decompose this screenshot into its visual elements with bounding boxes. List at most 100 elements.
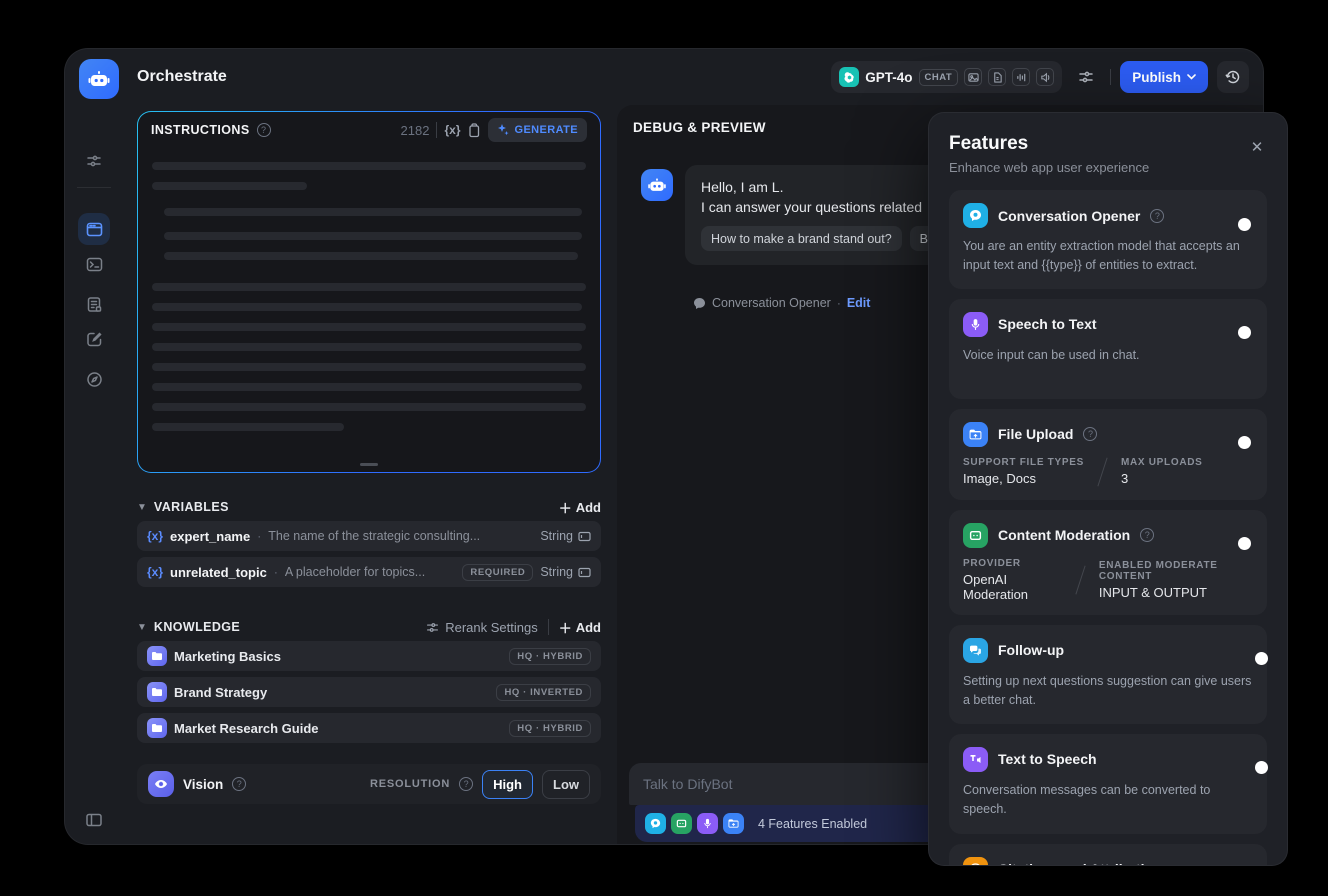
feature-card-text-to-speech: Text to Speech Conversation messages can… [949, 733, 1268, 834]
skeleton-line [164, 252, 578, 260]
help-icon[interactable]: ? [232, 777, 247, 791]
input-field-icon [578, 567, 591, 577]
generate-button[interactable]: GENERATE [488, 118, 587, 142]
add-label: Add [575, 619, 601, 635]
add-label: Add [575, 499, 601, 515]
instructions-title: INSTRUCTIONS [151, 123, 250, 137]
resolution-low-button[interactable]: Low [542, 769, 590, 799]
chevron-down-icon[interactable]: ▼ [137, 502, 147, 513]
knowledge-badge: HQ · INVERTED [496, 683, 591, 701]
feature-name: Text to Speech [998, 751, 1097, 767]
vision-icon [964, 68, 983, 86]
opener-row: Conversation Opener · Edit [693, 296, 870, 310]
copy-icon[interactable] [467, 122, 481, 138]
skeleton-line [152, 383, 582, 391]
debug-title: DEBUG & PREVIEW [633, 120, 766, 135]
sidebar [65, 49, 123, 844]
feature-card-follow-up: Follow-up Setting up next questions sugg… [949, 624, 1268, 724]
resize-handle[interactable] [360, 463, 378, 466]
document-icon [988, 68, 1007, 86]
variable-icon: {x} [147, 529, 164, 543]
edit-opener-link[interactable]: Edit [847, 296, 871, 310]
model-settings-icon[interactable] [78, 145, 110, 177]
sidebar-item-annotation[interactable] [78, 323, 110, 355]
feature-name: Speech to Text [998, 316, 1097, 333]
resolution-high-button[interactable]: High [482, 769, 533, 799]
history-icon[interactable] [1217, 61, 1249, 93]
help-icon[interactable]: ? [459, 777, 474, 791]
kv-value: OpenAI Moderation [963, 571, 1029, 602]
instr-divider [436, 122, 438, 138]
knowledge-badge: HQ · HYBRID [509, 647, 591, 665]
chevron-down-icon[interactable]: ▼ [137, 622, 147, 633]
feature-desc: Conversation messages can be converted t… [963, 782, 1211, 816]
topbar: Orchestrate GPT-4o CHAT Publish [123, 49, 1263, 105]
bot-avatar [641, 169, 673, 201]
dot-separator: · [836, 296, 841, 310]
add-knowledge-button[interactable]: ＋ Add [559, 618, 601, 637]
help-icon[interactable]: ? [1140, 528, 1155, 543]
feature-card-file-upload: File Upload ? SUPPORT FILE TYPES Image, … [949, 408, 1267, 500]
add-variable-button[interactable]: ＋ Add [559, 498, 601, 517]
speech-to-text-icon [963, 311, 988, 337]
skeleton-line [152, 363, 586, 371]
variable-row[interactable]: {x} unrelated_topic · A placeholder for … [137, 557, 601, 587]
feature-card-conversation-opener: Conversation Opener ? You are an entity … [949, 190, 1267, 289]
openai-icon [839, 67, 860, 87]
model-selector[interactable]: GPT-4o CHAT [831, 61, 1063, 93]
vision-title: Vision [183, 776, 224, 792]
skeleton-line [164, 232, 582, 240]
kv-value: Image, Docs [963, 471, 1036, 487]
model-parameters-icon[interactable] [1071, 62, 1101, 92]
sliders-icon [427, 622, 439, 632]
kv-label: MAX UPLOADS [1120, 457, 1203, 469]
file-upload-icon [963, 421, 988, 447]
help-icon[interactable]: ? [1150, 208, 1165, 223]
skeleton-line [152, 403, 586, 411]
close-icon[interactable]: ✕ [1245, 135, 1269, 159]
sidebar-item-monitoring[interactable] [78, 363, 110, 395]
suggestion-chip[interactable]: How to make a brand stand out? [701, 226, 902, 251]
knowledge-row[interactable]: Market Research Guide HQ · HYBRID [137, 713, 601, 743]
model-name: GPT-4o [865, 69, 913, 85]
variable-icon: {x} [147, 565, 164, 579]
sidebar-divider [77, 187, 111, 188]
opener-label: Conversation Opener [712, 296, 831, 310]
knowledge-divider [547, 619, 549, 635]
rerank-settings-button[interactable]: Rerank Settings [426, 620, 538, 635]
citations-icon [963, 856, 988, 865]
conversation-opener-icon [645, 813, 666, 834]
topbar-divider [1110, 69, 1112, 85]
help-icon[interactable]: ? [1083, 427, 1098, 442]
variable-type: String [540, 529, 591, 543]
skeleton-line [152, 323, 586, 331]
slash-divider [1097, 457, 1108, 487]
conversation-opener-icon [963, 203, 988, 228]
audio-icon [1012, 68, 1031, 86]
kv-value: INPUT & OUTPUT [1098, 584, 1207, 600]
features-enabled-label: 4 Features Enabled [758, 816, 868, 831]
file-upload-icon [723, 813, 744, 834]
help-icon[interactable]: ? [256, 123, 271, 137]
dot-separator: · [257, 529, 262, 543]
variable-row[interactable]: {x} expert_name · The name of the strate… [137, 521, 601, 551]
knowledge-folder-icon [147, 646, 167, 666]
insert-variable-icon[interactable]: {x} [444, 123, 460, 137]
sidebar-item-orchestrate[interactable] [78, 213, 110, 245]
collapse-sidebar-icon[interactable] [78, 804, 110, 836]
knowledge-row[interactable]: Marketing Basics HQ · HYBRID [137, 641, 601, 671]
sidebar-item-terminal[interactable] [78, 248, 110, 280]
feature-name: Follow-up [998, 642, 1065, 659]
app-logo-robot-icon[interactable] [79, 59, 119, 99]
instructions-editor[interactable] [138, 148, 600, 431]
skeleton-line [152, 343, 582, 351]
knowledge-row[interactable]: Brand Strategy HQ · INVERTED [137, 677, 601, 707]
knowledge-folder-icon [147, 682, 167, 702]
publish-button[interactable]: Publish [1120, 61, 1208, 93]
feature-card-content-moderation: Content Moderation ? PROVIDER OpenAI Mod… [949, 509, 1267, 615]
sidebar-item-logs[interactable] [78, 288, 110, 320]
kv-label: ENABLED MODERATE CONTENT [1098, 559, 1218, 582]
feature-name: File Upload [998, 426, 1074, 443]
knowledge-name: Market Research Guide [174, 720, 319, 736]
text-to-speech-icon [963, 746, 988, 772]
